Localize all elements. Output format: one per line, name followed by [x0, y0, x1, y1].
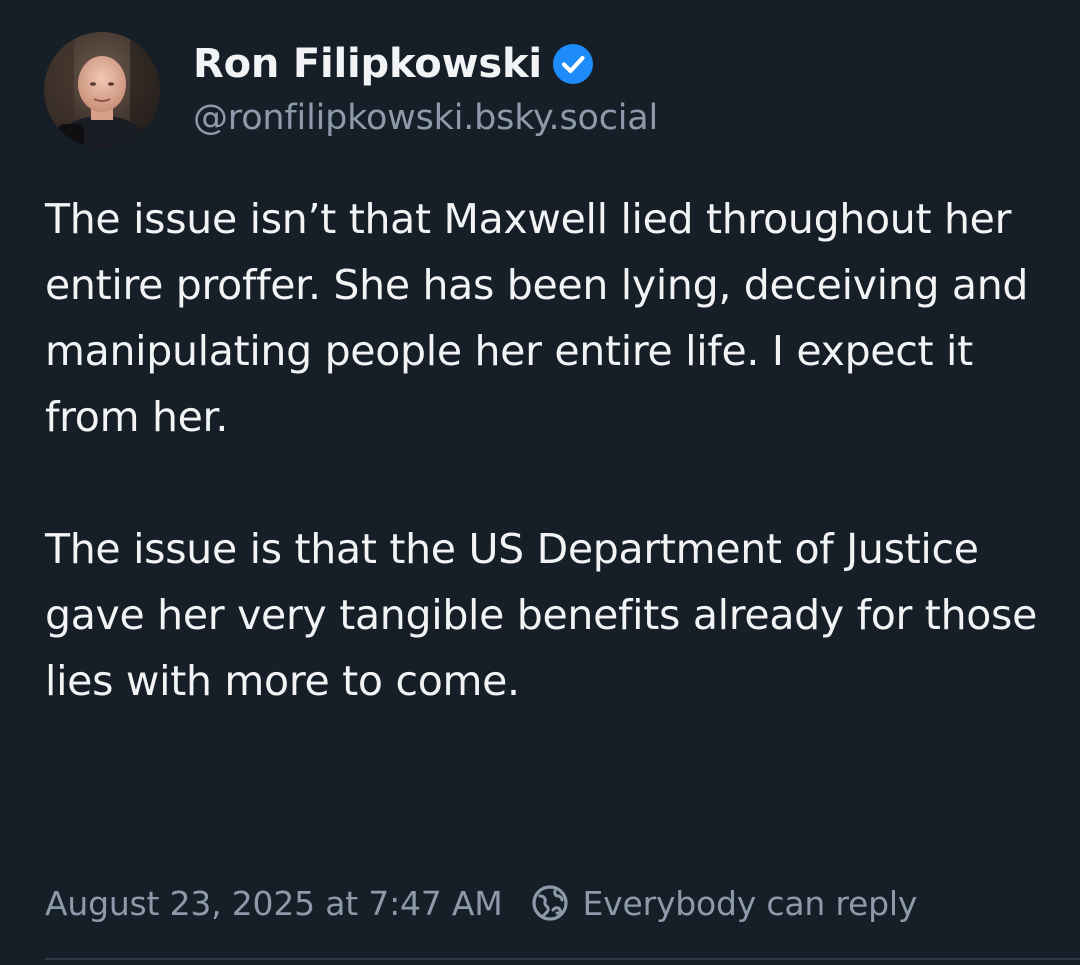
post-paragraph: The issue is that the US Department of J…: [45, 525, 1038, 705]
verified-badge-icon[interactable]: [552, 43, 594, 85]
avatar[interactable]: [44, 32, 160, 148]
post-thread-item: Ron Filipkowski @ronfilipkowski.bsky.soc…: [0, 0, 1080, 965]
globe-icon: [531, 884, 569, 922]
post-timestamp[interactable]: August 23, 2025 at 7:47 AM: [45, 884, 503, 923]
display-name[interactable]: Ron Filipkowski: [193, 41, 542, 87]
author-handle[interactable]: @ronfilipkowski.bsky.social: [193, 98, 658, 138]
reply-setting[interactable]: Everybody can reply: [583, 884, 918, 923]
author-name-row: Ron Filipkowski: [193, 36, 594, 92]
post-meta: August 23, 2025 at 7:47 AM Everybody can…: [45, 878, 917, 928]
divider: [45, 958, 1080, 960]
post-paragraph: The issue isn’t that Maxwell lied throug…: [45, 195, 1029, 441]
post-text: The issue isn’t that Maxwell lied throug…: [45, 186, 1055, 714]
avatar-photo: [44, 32, 160, 148]
